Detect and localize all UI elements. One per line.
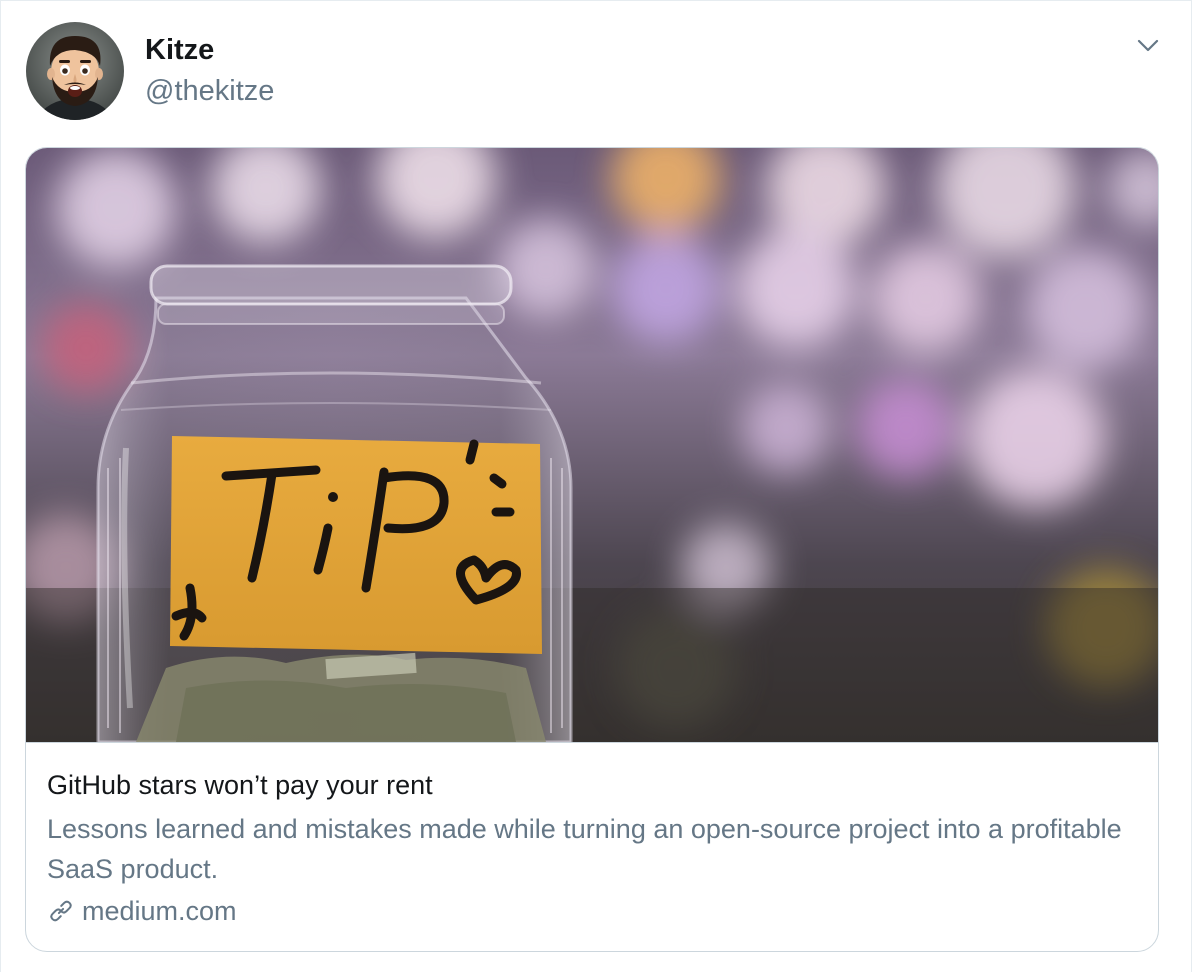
tweet-container: Kitze @thekitze GitHub stars won’t pay y… — [0, 0, 1192, 972]
card-domain-label[interactable]: medium.com — [82, 893, 237, 929]
tip-jar-photo-icon — [26, 148, 1158, 742]
link-preview-card[interactable]: GitHub stars won’t pay your rent Lessons… — [25, 147, 1159, 952]
author-handle[interactable]: @thekitze — [145, 72, 274, 110]
chevron-down-icon — [1137, 39, 1159, 52]
memoji-avatar-icon — [26, 22, 124, 120]
tweet-menu-button[interactable] — [1129, 31, 1167, 61]
author-name[interactable]: Kitze — [145, 31, 214, 69]
card-title[interactable]: GitHub stars won’t pay your rent — [47, 767, 433, 803]
link-icon — [47, 897, 75, 925]
card-domain[interactable]: medium.com — [47, 893, 237, 929]
card-description: Lessons learned and mistakes made while … — [47, 814, 1122, 884]
card-image[interactable] — [26, 148, 1158, 743]
avatar[interactable] — [26, 22, 124, 120]
